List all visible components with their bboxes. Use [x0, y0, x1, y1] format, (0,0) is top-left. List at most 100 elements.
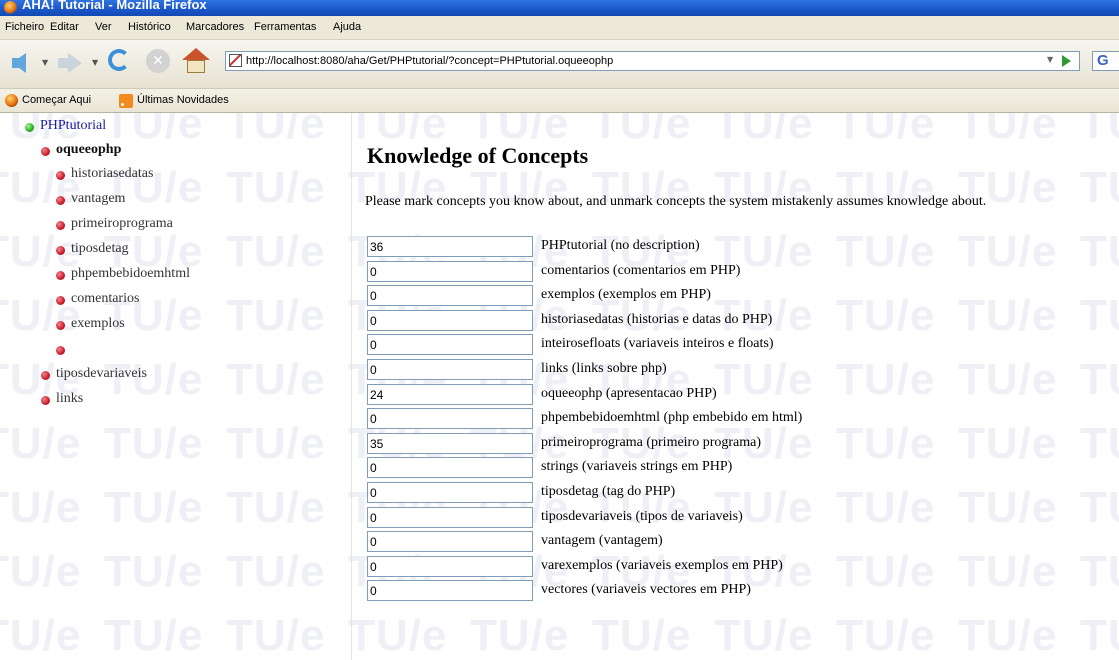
concept-knowledge-input[interactable] — [367, 384, 533, 405]
concept-knowledge-input[interactable] — [367, 334, 533, 355]
menu-bar: Ficheiro Editar Ver Histórico Marcadores… — [0, 16, 1119, 40]
concept-knowledge-input[interactable] — [367, 261, 533, 282]
sidebar-item-label: primeiroprograma — [71, 216, 173, 231]
concept-row: primeiroprograma (primeiro programa) — [367, 433, 1107, 455]
window-titlebar: AHA! Tutorial - Mozilla Firefox — [0, 0, 1119, 16]
sidebar-item[interactable]: primeiroprograma — [0, 216, 340, 236]
concept-row: oqueeophp (apresentacao PHP) — [367, 384, 1107, 406]
concept-row: tiposdetag (tag do PHP) — [367, 482, 1107, 504]
sidebar-item[interactable] — [0, 341, 340, 361]
knowledge-panel: Knowledge of Concepts Please mark concep… — [353, 113, 1119, 660]
concept-row: inteirosefloats (variaveis inteiros e fl… — [367, 334, 1107, 356]
sidebar-item-label: historiasedatas — [71, 166, 154, 181]
unknown-concept-bullet-icon — [56, 246, 65, 255]
sidebar-item[interactable]: tiposdevariaveis — [0, 366, 340, 386]
forward-history-chevron-icon[interactable]: ▼ — [92, 58, 98, 67]
concept-knowledge-input[interactable] — [367, 457, 533, 478]
concept-knowledge-input[interactable] — [367, 556, 533, 577]
concept-label: historiasedatas (historias e datas do PH… — [541, 312, 773, 327]
concept-row: varexemplos (variaveis exemplos em PHP) — [367, 556, 1107, 578]
bookmark-ultimas-novidades[interactable]: Últimas Novidades — [137, 89, 229, 112]
sidebar-item-label: comentarios — [71, 291, 140, 306]
menu-historico[interactable]: Histórico — [128, 16, 171, 39]
concept-knowledge-input[interactable] — [367, 285, 533, 306]
page-content: TU/eTU/eTU/eTU/eTU/eTU/eTU/eTU/eTU/eTU/e… — [0, 113, 1119, 660]
back-arrow-icon[interactable] — [12, 53, 26, 73]
concept-row: links (links sobre php) — [367, 359, 1107, 381]
sidebar-item-label: links — [56, 391, 84, 406]
sidebar-item[interactable]: phpembebidoemhtml — [0, 266, 340, 286]
concept-knowledge-input[interactable] — [367, 359, 533, 380]
concept-label: varexemplos (variaveis exemplos em PHP) — [541, 558, 783, 573]
concept-knowledge-input[interactable] — [367, 433, 533, 454]
unknown-concept-bullet-icon — [41, 147, 50, 156]
reload-icon[interactable] — [108, 49, 130, 71]
concept-label: strings (variaveis strings em PHP) — [541, 459, 733, 474]
search-engine-icon[interactable]: G — [1092, 51, 1119, 71]
bookmarks-toolbar: Começar Aqui Últimas Novidades — [0, 89, 1119, 113]
sidebar-item-label: phpembebidoemhtml — [71, 266, 190, 281]
concept-label: inteirosefloats (variaveis inteiros e fl… — [541, 336, 774, 351]
concept-label: phpembebidoemhtml (php embebido em html) — [541, 410, 803, 425]
sidebar-item[interactable]: exemplos — [0, 316, 340, 336]
forward-arrow-icon[interactable] — [58, 53, 82, 73]
url-history-chevron-icon[interactable]: ▼ — [1047, 55, 1053, 64]
known-concept-bullet-icon — [25, 123, 34, 132]
address-bar: ▼ — [225, 51, 1080, 71]
unknown-concept-bullet-icon — [56, 296, 65, 305]
menu-ver[interactable]: Ver — [95, 16, 112, 39]
concept-row: exemplos (exemplos em PHP) — [367, 285, 1107, 307]
page-favicon-icon — [229, 54, 242, 67]
rss-feed-icon — [119, 94, 133, 108]
concept-knowledge-input[interactable] — [367, 482, 533, 503]
window-title: AHA! Tutorial - Mozilla Firefox — [22, 0, 207, 12]
navigation-toolbar: ▼ ▼ ✕ ▼ G — [0, 40, 1119, 89]
menu-marcadores[interactable]: Marcadores — [186, 16, 244, 39]
url-input[interactable] — [246, 52, 1036, 70]
unknown-concept-bullet-icon — [56, 271, 65, 280]
concept-tree-sidebar: PHPtutorial oqueeophp historiasedatas vanta… — [0, 113, 352, 660]
concept-label: exemplos (exemplos em PHP) — [541, 287, 711, 302]
sidebar-item-label: oqueeophp — [56, 142, 122, 157]
concept-row: PHPtutorial (no description) — [367, 236, 1107, 258]
unknown-concept-bullet-icon — [41, 371, 50, 380]
concept-knowledge-input[interactable] — [367, 507, 533, 528]
concept-row: tiposdevariaveis (tipos de variaveis) — [367, 507, 1107, 529]
concept-label: primeiroprograma (primeiro programa) — [541, 435, 762, 450]
sidebar-item-label: PHPtutorial — [40, 118, 107, 133]
sidebar-item[interactable]: comentarios — [0, 291, 340, 311]
sidebar-item[interactable]: historiasedatas — [0, 166, 340, 186]
sidebar-item[interactable]: links — [0, 391, 340, 411]
concept-row: historiasedatas (historias e datas do PH… — [367, 310, 1107, 332]
concept-row: comentarios (comentarios em PHP) — [367, 261, 1107, 283]
menu-ficheiro[interactable]: Ficheiro — [5, 16, 44, 39]
concept-knowledge-input[interactable] — [367, 310, 533, 331]
concept-knowledge-input[interactable] — [367, 236, 533, 257]
concept-row: phpembebidoemhtml (php embebido em html) — [367, 408, 1107, 430]
concept-row: vantagem (vantagem) — [367, 531, 1107, 553]
page-title: Knowledge of Concepts — [367, 143, 589, 168]
concept-knowledge-input[interactable] — [367, 580, 533, 601]
unknown-concept-bullet-icon — [41, 396, 50, 405]
concept-row: strings (variaveis strings em PHP) — [367, 457, 1107, 479]
concept-label: vectores (variaveis vectores em PHP) — [541, 582, 751, 597]
sidebar-item[interactable]: vantagem — [0, 191, 340, 211]
concept-row: vectores (variaveis vectores em PHP) — [367, 580, 1107, 602]
menu-ferramentas[interactable]: Ferramentas — [254, 16, 316, 39]
unknown-concept-bullet-icon — [56, 221, 65, 230]
sidebar-item[interactable]: oqueeophp — [0, 142, 340, 162]
unknown-concept-bullet-icon — [56, 346, 65, 355]
home-icon[interactable] — [182, 48, 210, 74]
firefox-bookmark-icon — [5, 94, 18, 107]
concept-knowledge-input[interactable] — [367, 531, 533, 552]
go-arrow-icon[interactable] — [1062, 55, 1071, 67]
sidebar-item-label: tiposdevariaveis — [56, 366, 147, 381]
menu-ajuda[interactable]: Ajuda — [333, 16, 361, 39]
back-history-chevron-icon[interactable]: ▼ — [42, 58, 48, 67]
bookmark-comecar-aqui[interactable]: Começar Aqui — [22, 89, 91, 112]
stop-icon[interactable]: ✕ — [146, 49, 170, 73]
sidebar-item[interactable]: tiposdetag — [0, 241, 340, 261]
menu-editar[interactable]: Editar — [50, 16, 79, 39]
sidebar-item[interactable]: PHPtutorial — [0, 118, 340, 138]
concept-knowledge-input[interactable] — [367, 408, 533, 429]
